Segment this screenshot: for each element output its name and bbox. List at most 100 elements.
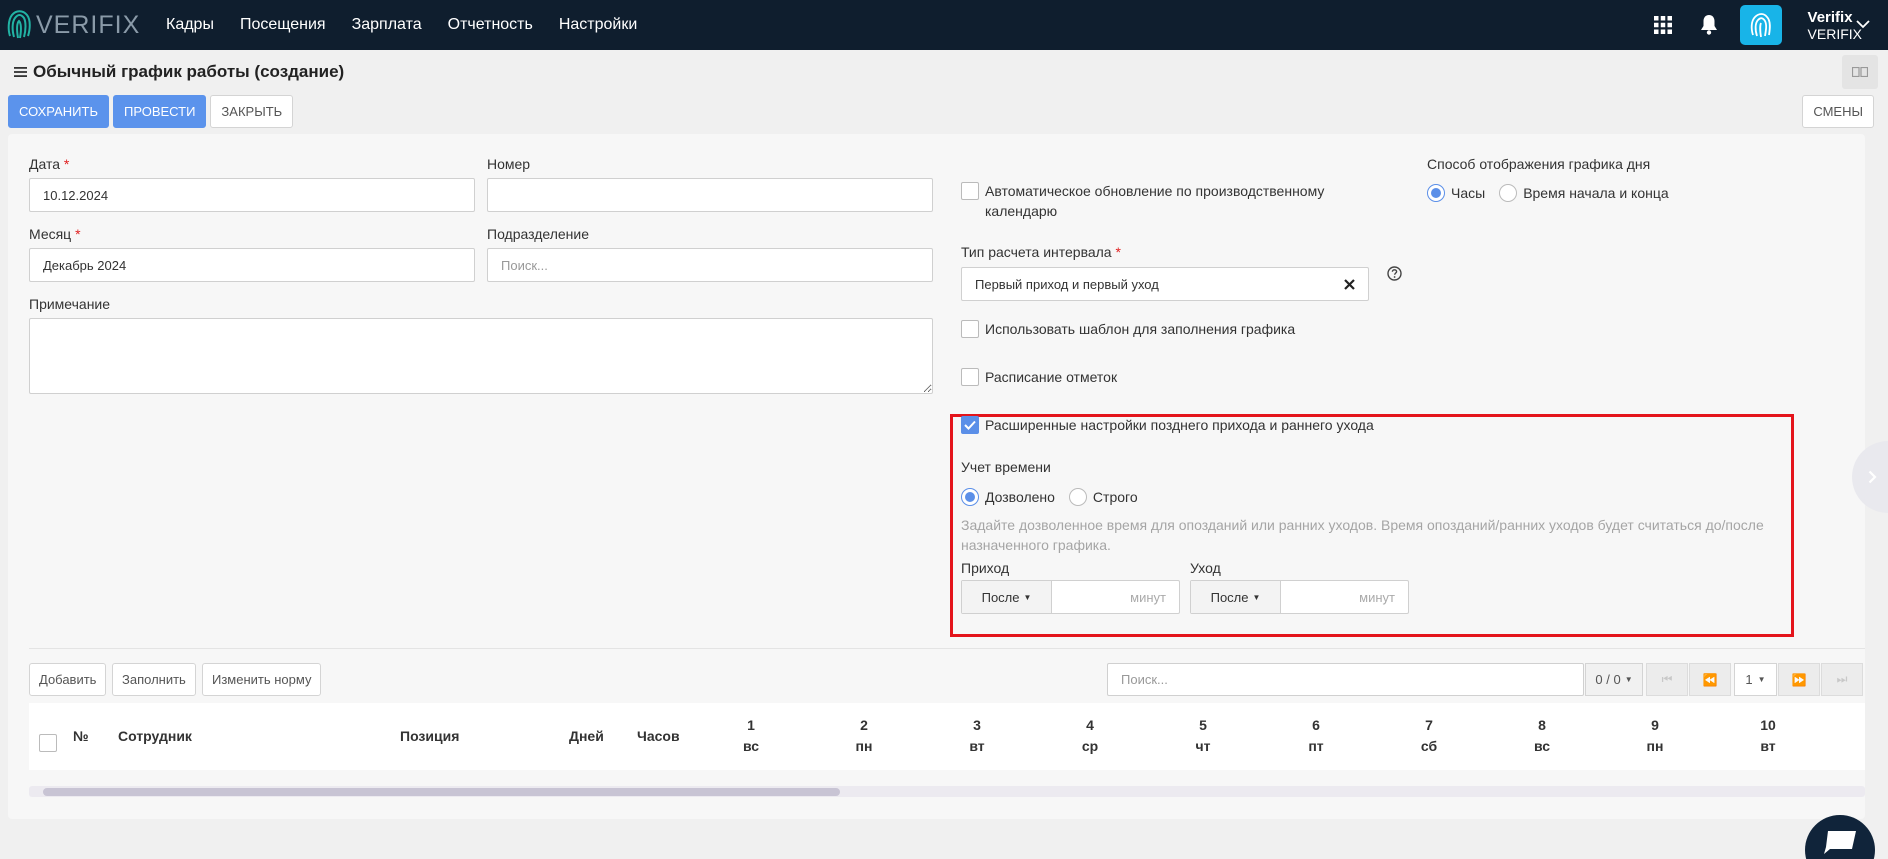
- change-norm-button[interactable]: Изменить норму: [202, 663, 322, 696]
- auto-update-label: Автоматическое обновление по производств…: [985, 183, 1325, 219]
- column-number[interactable]: №: [73, 728, 89, 744]
- column-day[interactable]: 5 чт: [1183, 715, 1223, 757]
- chat-button[interactable]: [1805, 815, 1875, 859]
- day-number: 2: [860, 717, 868, 733]
- fingerprint-logo-icon: [7, 10, 31, 39]
- leave-label: Уход: [1190, 560, 1221, 576]
- marks-schedule-checkbox-row[interactable]: Расписание отметок: [961, 367, 1117, 387]
- user-menu[interactable]: Verifix VERIFIX: [1808, 9, 1862, 42]
- column-day[interactable]: 2 пн: [844, 715, 884, 757]
- nav-item-reports[interactable]: Отчетность: [448, 16, 533, 34]
- nav-item-attendance[interactable]: Посещения: [240, 16, 326, 34]
- month-label: Месяц *: [29, 226, 81, 242]
- horizontal-scrollbar[interactable]: [29, 786, 1865, 797]
- column-days[interactable]: Дней: [569, 728, 604, 744]
- number-input[interactable]: [487, 178, 933, 212]
- use-template-checkbox-row[interactable]: Использовать шаблон для заполнения графи…: [961, 319, 1295, 339]
- clear-icon[interactable]: [1344, 278, 1355, 290]
- page-title: Обычный график работы (создание): [33, 62, 345, 81]
- fingerprint-button[interactable]: [1739, 5, 1782, 45]
- close-button[interactable]: ЗАКРЫТЬ: [210, 95, 294, 128]
- column-hours[interactable]: Часов: [637, 728, 680, 744]
- note-textarea[interactable]: [29, 318, 933, 394]
- column-day[interactable]: 8 вс: [1522, 715, 1562, 757]
- shifts-button[interactable]: СМЕНЫ: [1802, 95, 1874, 128]
- display-mode-hours-radio[interactable]: [1427, 184, 1445, 202]
- apps-grid-icon[interactable]: [1648, 10, 1678, 40]
- time-strict-option[interactable]: Строго: [1068, 488, 1138, 506]
- first-page-icon[interactable]: ⏮: [1646, 663, 1688, 696]
- help-icon[interactable]: [1387, 266, 1402, 281]
- add-button[interactable]: Добавить: [29, 663, 107, 696]
- day-number: 1: [747, 717, 755, 733]
- date-label: Дата *: [29, 156, 70, 172]
- date-input[interactable]: 10.12.2024: [29, 178, 475, 212]
- day-number: 7: [1425, 717, 1433, 733]
- note-label: Примечание: [29, 296, 111, 312]
- auto-update-checkbox-row[interactable]: Автоматическое обновление по производств…: [961, 181, 1324, 221]
- interval-type-select[interactable]: Первый приход и первый уход: [961, 267, 1369, 301]
- division-input[interactable]: Поиск...: [487, 248, 933, 282]
- time-accounting-label: Учет времени: [961, 459, 1051, 475]
- time-strict-radio[interactable]: [1068, 488, 1087, 506]
- time-allowed-radio[interactable]: [961, 488, 979, 506]
- column-position[interactable]: Позиция: [400, 728, 459, 744]
- column-day[interactable]: 4 ср: [1070, 715, 1110, 757]
- column-employee[interactable]: Сотрудник: [118, 728, 192, 744]
- marks-schedule-checkbox[interactable]: [961, 368, 979, 386]
- display-mode-hours-option[interactable]: Часы: [1427, 184, 1485, 202]
- display-mode-startend-option[interactable]: Время начала и конца: [1499, 184, 1669, 202]
- column-day[interactable]: 6 пт: [1296, 715, 1336, 757]
- page-number-dropdown[interactable]: 1 ▼: [1734, 663, 1777, 696]
- day-weekday: чт: [1195, 738, 1211, 754]
- menu-icon[interactable]: [14, 66, 27, 78]
- advanced-settings-checkbox[interactable]: [961, 416, 979, 434]
- nav-item-settings[interactable]: Настройки: [559, 16, 637, 34]
- auto-update-checkbox[interactable]: [961, 182, 979, 200]
- caret-down-icon: ▼: [1624, 675, 1633, 684]
- nav-item-hr[interactable]: Кадры: [166, 16, 214, 34]
- leave-minutes-input[interactable]: минут: [1281, 581, 1408, 613]
- logo[interactable]: VERIFIX: [6, 8, 156, 42]
- day-weekday: пн: [855, 738, 873, 754]
- advanced-settings-checkbox-row[interactable]: Расширенные настройки позднего прихода и…: [961, 415, 1374, 435]
- user-org: VERIFIX: [1807, 25, 1862, 42]
- next-page-icon[interactable]: ⏩: [1778, 663, 1820, 696]
- translate-icon[interactable]: [1842, 55, 1878, 89]
- time-accounting-radio-group: Дозволено Строго: [961, 488, 1152, 506]
- arrival-mode-dropdown[interactable]: После ▼: [962, 581, 1052, 613]
- save-button[interactable]: СОХРАНИТЬ: [8, 95, 109, 128]
- fill-button[interactable]: Заполнить: [112, 663, 196, 696]
- last-page-icon[interactable]: ⏭: [1821, 663, 1863, 696]
- post-button[interactable]: ПРОВЕСТИ: [112, 95, 207, 128]
- pager-count-dropdown[interactable]: 0 / 0 ▼: [1585, 663, 1643, 696]
- section-divider: [29, 648, 1865, 649]
- topbar-right: Verifix VERIFIX: [1648, 0, 1888, 50]
- checkmark-icon: [964, 420, 976, 430]
- column-day[interactable]: 7 сб: [1409, 715, 1449, 757]
- leave-mode-dropdown[interactable]: После ▼: [1191, 581, 1281, 613]
- chevron-down-icon[interactable]: [1856, 20, 1870, 29]
- caret-down-icon: ▼: [1023, 592, 1032, 602]
- column-day[interactable]: 3 вт: [957, 715, 997, 757]
- select-all-checkbox[interactable]: [39, 734, 57, 752]
- column-day[interactable]: 1 вс: [731, 715, 771, 757]
- arrival-minutes-input[interactable]: минут: [1052, 581, 1179, 613]
- scrollbar-thumb[interactable]: [43, 788, 840, 796]
- column-day[interactable]: 10 вт: [1748, 715, 1788, 757]
- month-input[interactable]: Декабрь 2024: [29, 248, 475, 282]
- column-day[interactable]: 9 пн: [1635, 715, 1675, 757]
- bell-icon[interactable]: [1694, 10, 1724, 40]
- day-number: 4: [1086, 717, 1094, 733]
- prev-page-icon[interactable]: ⏪: [1689, 663, 1731, 696]
- nav-item-salary[interactable]: Зарплата: [352, 16, 422, 34]
- use-template-checkbox[interactable]: [961, 320, 979, 338]
- table-search-input[interactable]: Поиск...: [1107, 663, 1584, 696]
- day-weekday: вс: [742, 738, 760, 754]
- page-header: Обычный график работы (создание): [14, 62, 344, 82]
- day-number: 6: [1312, 717, 1320, 733]
- day-number: 5: [1199, 717, 1207, 733]
- time-allowed-option[interactable]: Дозволено: [961, 488, 1055, 506]
- day-number: 8: [1538, 717, 1546, 733]
- display-mode-startend-radio[interactable]: [1499, 184, 1518, 202]
